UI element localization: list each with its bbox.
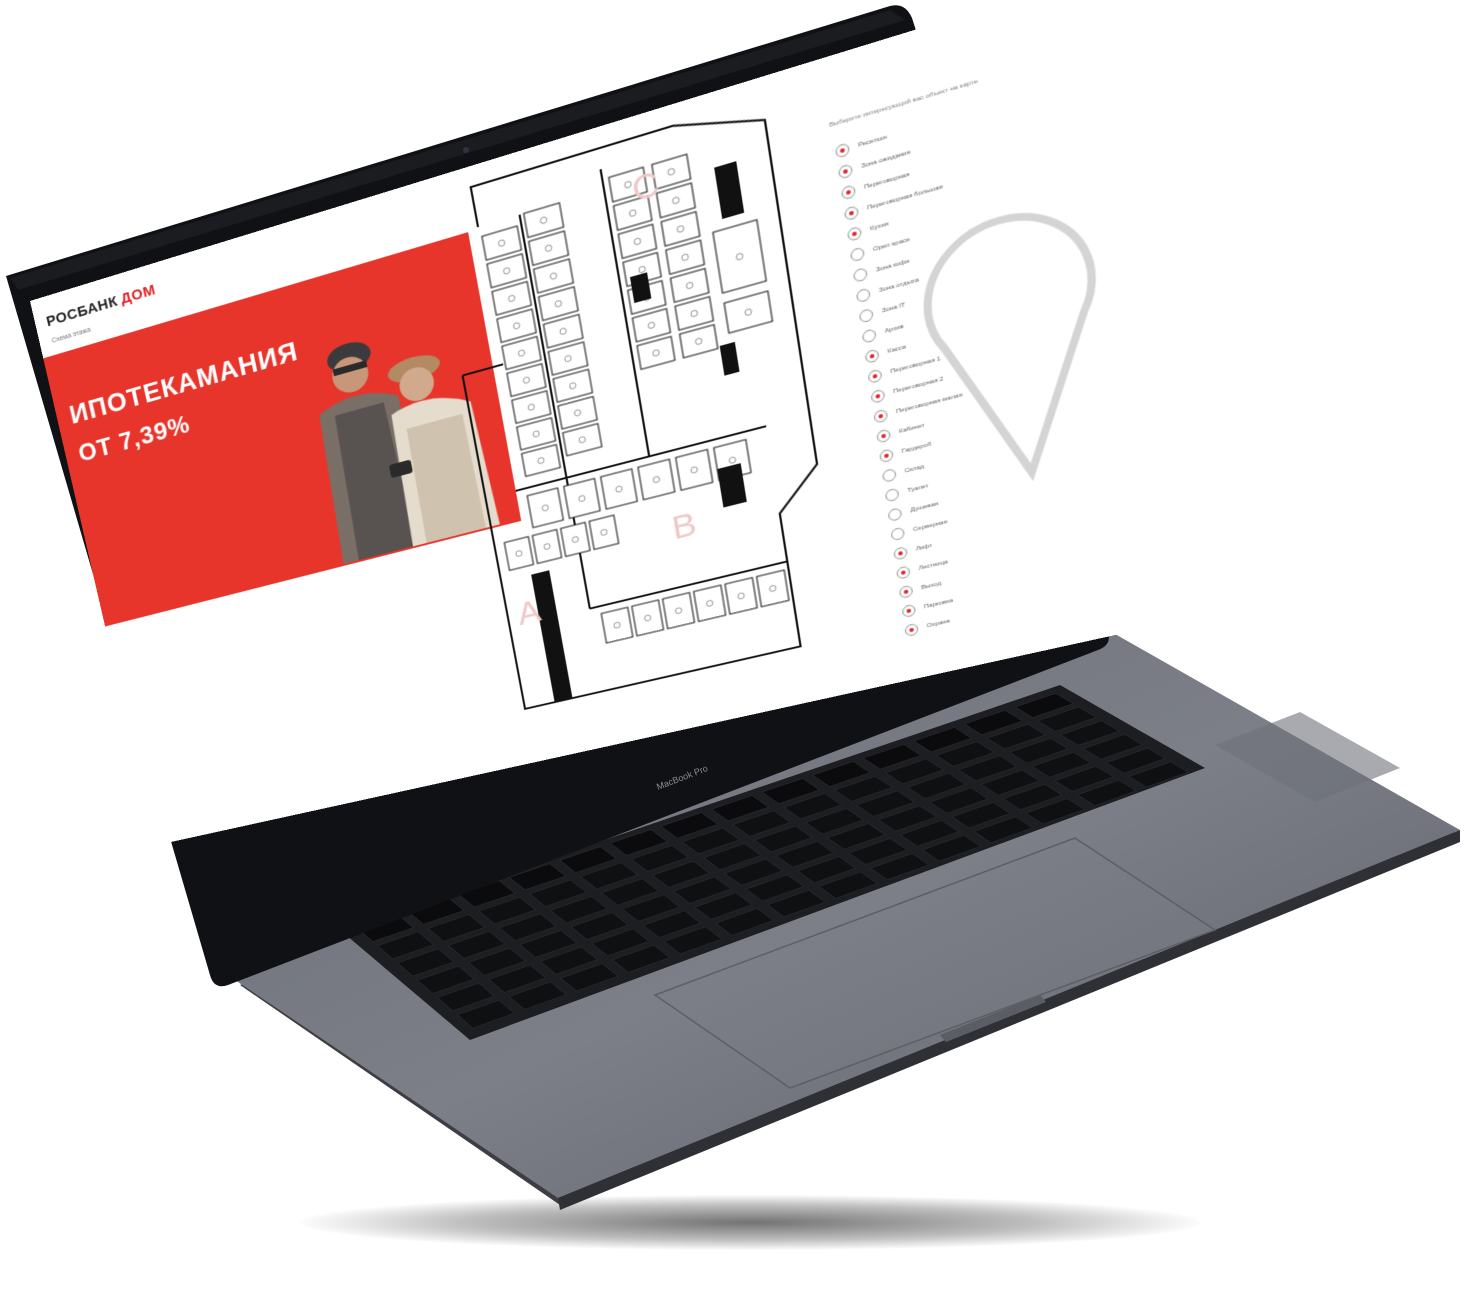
floor-plan-room[interactable] (487, 254, 526, 288)
floor-plan-room[interactable] (543, 314, 582, 347)
floor-plan-room[interactable] (534, 259, 574, 293)
floor-plan-room[interactable] (561, 522, 590, 556)
floor-plan-room[interactable] (713, 220, 766, 293)
location-marker-icon (876, 428, 892, 444)
location-marker-icon (840, 184, 857, 201)
floor-plan-room[interactable] (666, 240, 705, 274)
floor-plan-room[interactable] (632, 600, 664, 636)
floor-plan-room[interactable] (517, 418, 556, 450)
camera-icon (463, 147, 469, 153)
floor-plan-room[interactable] (661, 212, 700, 246)
floor-plan-room[interactable] (601, 469, 638, 509)
location-marker-icon (837, 163, 854, 180)
location-marker-icon (895, 565, 911, 580)
location-marker-icon (901, 603, 917, 619)
legend-item-label: Охрана (926, 618, 951, 630)
floor-plan-room[interactable] (638, 459, 675, 500)
legend-item-label: Серверная (912, 519, 948, 534)
legend-item-label: Зона IT (881, 302, 906, 315)
floor-plan-room[interactable] (564, 478, 600, 518)
location-marker-icon (887, 507, 903, 522)
legend-item-label: Кухня (869, 221, 889, 233)
floor-plan-room[interactable] (632, 309, 670, 342)
floor-plan-room[interactable] (663, 593, 695, 629)
floor-plan-room[interactable] (694, 585, 726, 621)
floor-plan-room[interactable] (589, 515, 619, 549)
floor-plan-room[interactable] (482, 226, 522, 260)
floor-plan-room[interactable] (512, 391, 551, 423)
location-marker-icon (855, 287, 871, 304)
floor-plan-room[interactable] (507, 364, 546, 397)
floor-plan-room[interactable] (558, 397, 597, 429)
location-marker-icon (861, 328, 877, 344)
floor-plan-room[interactable] (757, 570, 789, 607)
floor-plan-room[interactable] (563, 424, 602, 456)
floor-plan[interactable]: A B C (395, 60, 905, 768)
location-marker-icon (864, 348, 880, 364)
floor-plan-room[interactable] (724, 291, 772, 333)
location-marker-icon (873, 408, 889, 424)
floor-plan-room[interactable] (637, 336, 675, 369)
floor-plan-room[interactable] (527, 488, 563, 528)
location-marker-icon (884, 487, 900, 503)
floor-plan-room[interactable] (524, 203, 564, 238)
location-marker-icon (881, 467, 897, 483)
brand-subtitle: Схема этажа (51, 326, 92, 345)
floor-plan-room[interactable] (670, 269, 708, 303)
legend-item-label: Душевая (909, 501, 939, 514)
location-marker-icon (843, 205, 860, 222)
legend-item-label: Туалет (907, 483, 930, 495)
legend-item-label: Парковка (923, 597, 954, 611)
floor-plan-room[interactable] (680, 325, 718, 358)
legend-item-label: Кабинет (898, 422, 926, 436)
floor-plan-room[interactable] (548, 342, 587, 375)
zone-b-label: B (669, 505, 699, 547)
legend-item-label: Склад (904, 463, 925, 475)
floor-plan-room[interactable] (657, 183, 696, 218)
legend-item-label: Касса (887, 344, 907, 356)
legend-item-label: Лифт (915, 542, 933, 553)
legend-item-label: Open space (872, 236, 911, 254)
floor-plan-room[interactable] (539, 287, 579, 321)
location-marker-icon (904, 622, 919, 638)
location-marker-icon (849, 246, 866, 263)
location-marker-icon (898, 584, 914, 600)
location-marker-icon (846, 225, 863, 242)
brand-accent: ДОМ (119, 281, 158, 308)
floor-plan-room[interactable] (675, 297, 713, 330)
location-marker-icon (834, 142, 851, 159)
location-marker-icon (878, 448, 894, 464)
floor-plan-room[interactable] (492, 282, 531, 316)
floor-plan-room[interactable] (522, 445, 561, 477)
floor-plan-room[interactable] (502, 337, 541, 370)
legend-item-label: Гардероб (901, 441, 932, 455)
floor-plan-room[interactable] (676, 449, 713, 490)
location-marker-icon (858, 307, 874, 324)
legend-item-label: Зона отдыха (878, 277, 920, 295)
floor-plan-room[interactable] (532, 530, 561, 564)
location-marker-icon (852, 266, 869, 283)
location-marker-icon (867, 368, 883, 385)
legend-title: Выберите интересующий вас объект на карт… (828, 78, 979, 130)
legend-item-label: Выход (921, 580, 942, 592)
floor-plan-room[interactable] (529, 231, 569, 265)
floor-plan-room[interactable] (504, 537, 533, 571)
location-marker-icon (893, 545, 908, 561)
legend-item-label: Зона кофе (875, 258, 911, 274)
legend-item-label: Ресепшн (857, 134, 888, 150)
location-marker-icon (890, 526, 906, 542)
floor-plan-room[interactable] (601, 607, 633, 643)
floor-plan-room[interactable] (553, 369, 592, 402)
brand-main: РОСБАНК (44, 292, 120, 331)
legend-item-label: Лестница (918, 559, 949, 572)
floor-plan-room[interactable] (618, 224, 656, 258)
location-marker-icon (870, 388, 886, 404)
floor-plan-room[interactable] (497, 309, 536, 342)
floor-plan-room[interactable] (725, 578, 757, 615)
legend-item-label: Архив (884, 323, 905, 335)
